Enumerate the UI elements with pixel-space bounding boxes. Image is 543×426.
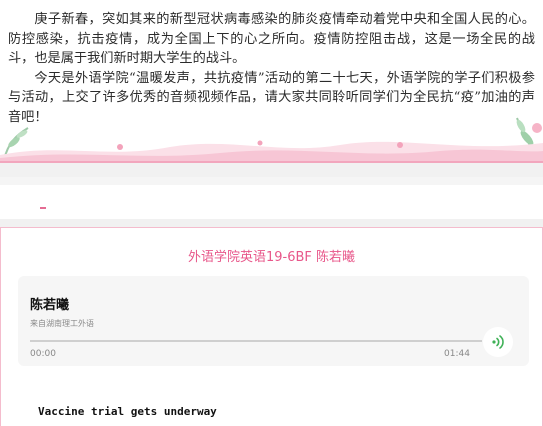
audio-section: 外语学院英语19-6BF 陈若曦 陈若曦 来自湖南理工外语 00:00 01:4…: [0, 227, 543, 426]
gray-strip: [0, 177, 543, 185]
audio-player[interactable]: 陈若曦 来自湖南理工外语 00:00 01:44: [18, 276, 529, 366]
audio-author-name: 陈若曦: [30, 298, 70, 313]
audio-progress-track[interactable]: [30, 340, 482, 342]
audio-source: 来自湖南理工外语: [30, 319, 94, 328]
pink-dash-mark: [40, 207, 46, 209]
article-card: 庚子新春，突如其来的新型冠状病毒感染的肺炎疫情牵动着党中央和全国人民的心。防控感…: [0, 0, 543, 163]
sound-wave-icon: [492, 335, 504, 349]
article-paragraph: 今天是外语学院“温暖发声，共抗疫情”活动的第二十七天，外语学院的学子们积极参与活…: [8, 70, 535, 125]
divider-card: [0, 177, 543, 219]
audio-section-title: 外语学院英语19-6BF 陈若曦: [187, 250, 356, 265]
play-button[interactable]: [483, 327, 513, 357]
article-paragraph: 庚子新春，突如其来的新型冠状病毒感染的肺炎疫情牵动着党中央和全国人民的心。防控感…: [8, 12, 535, 66]
floral-decoration-bottom: [0, 140, 543, 161]
section-gap: [0, 163, 543, 177]
audio-time-start: 00:00: [30, 349, 56, 359]
section-gap: [0, 219, 543, 227]
audio-time-end: 01:44: [444, 349, 470, 359]
content-heading: Vaccine trial gets underway: [38, 405, 217, 418]
